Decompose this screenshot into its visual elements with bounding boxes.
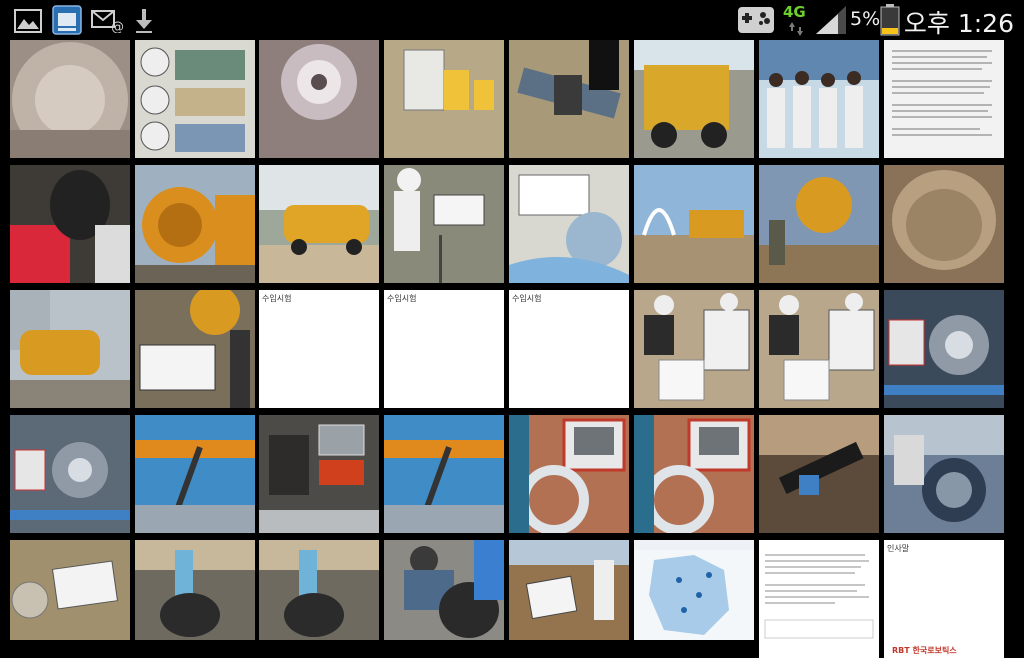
thumbnail-image — [135, 540, 255, 640]
photo-thumbnail[interactable] — [634, 40, 754, 158]
photo-thumbnail[interactable] — [10, 540, 130, 658]
document-caption: 수입시험 — [262, 294, 292, 303]
screenshot-icon — [52, 5, 82, 35]
thumbnail-image — [884, 40, 1004, 158]
gallery-icon — [14, 9, 42, 33]
thumbnail-image — [384, 290, 504, 408]
photo-thumbnail[interactable] — [135, 290, 255, 408]
photo-thumbnail[interactable] — [10, 415, 130, 533]
status-bar: @ 4G 5% 오후 1:26 — [0, 0, 1024, 40]
thumbnail-image — [135, 40, 255, 158]
thumbnail-image — [759, 540, 879, 640]
photo-thumbnail[interactable] — [384, 540, 504, 658]
photo-grid: 수입시험 수입시험 수입시험 인사말 RBT 한국로보틱스 — [8, 40, 1024, 658]
photo-thumbnail[interactable] — [10, 165, 130, 283]
document-caption: 인사말 — [887, 544, 910, 553]
photo-thumbnail[interactable] — [259, 40, 379, 158]
document-thumbnail[interactable]: 수입시험 — [509, 290, 629, 408]
thumbnail-image — [10, 290, 130, 408]
thumbnail-image — [384, 165, 504, 283]
download-icon — [136, 9, 152, 33]
thumbnail-image — [259, 540, 379, 640]
thumbnail-image — [259, 290, 379, 408]
photo-thumbnail[interactable] — [259, 165, 379, 283]
photo-thumbnail[interactable] — [10, 40, 130, 158]
photo-thumbnail[interactable] — [634, 165, 754, 283]
photo-thumbnail[interactable] — [135, 165, 255, 283]
photo-thumbnail[interactable] — [135, 540, 255, 658]
document-thumbnail[interactable] — [759, 540, 879, 658]
svg-text:@: @ — [111, 20, 124, 33]
photo-thumbnail[interactable] — [509, 165, 629, 283]
photo-thumbnail[interactable] — [384, 415, 504, 533]
thumbnail-image — [259, 40, 379, 158]
photo-thumbnail[interactable] — [135, 415, 255, 533]
thumbnail-image — [384, 415, 504, 533]
battery-icon — [880, 4, 900, 36]
signal-icon — [816, 6, 846, 34]
thumbnail-image — [10, 540, 130, 640]
thumbnail-image — [884, 290, 1004, 408]
thumbnail-image — [884, 165, 1004, 283]
photo-thumbnail[interactable] — [509, 40, 629, 158]
thumbnail-image — [509, 540, 629, 640]
document-thumbnail[interactable]: 인사말 RBT 한국로보틱스 — [884, 540, 1004, 658]
data-arrows-icon — [789, 22, 803, 36]
thumbnail-image — [759, 290, 879, 408]
map-thumbnail[interactable] — [634, 540, 754, 658]
photo-thumbnail[interactable] — [634, 290, 754, 408]
photo-thumbnail[interactable] — [259, 540, 379, 658]
photo-thumbnail[interactable] — [135, 40, 255, 158]
thumbnail-image — [634, 40, 754, 158]
thumbnail-image — [509, 415, 629, 533]
thumbnail-image — [884, 540, 1004, 640]
gamepad-icon — [738, 7, 774, 33]
thumbnail-image — [384, 540, 504, 640]
battery-percent: 5% — [850, 8, 881, 30]
photo-thumbnail[interactable] — [884, 415, 1004, 533]
photo-thumbnail[interactable] — [634, 415, 754, 533]
thumbnail-image — [135, 290, 255, 408]
photo-thumbnail[interactable] — [884, 165, 1004, 283]
photo-thumbnail[interactable] — [759, 290, 879, 408]
thumbnail-image — [759, 165, 879, 283]
thumbnail-image — [135, 165, 255, 283]
photo-thumbnail[interactable] — [759, 40, 879, 158]
thumbnail-image — [634, 165, 754, 283]
thumbnail-image — [759, 40, 879, 158]
photo-thumbnail[interactable] — [10, 290, 130, 408]
thumbnail-image — [759, 415, 879, 533]
document-thumbnail[interactable]: 수입시험 — [259, 290, 379, 408]
thumbnail-image — [384, 40, 504, 158]
document-thumbnail[interactable]: 수입시험 — [384, 290, 504, 408]
thumbnail-image — [884, 415, 1004, 533]
company-logo: RBT 한국로보틱스 — [892, 646, 957, 655]
thumbnail-image — [10, 40, 130, 158]
thumbnail-image — [259, 415, 379, 533]
thumbnail-image — [10, 415, 130, 533]
photo-thumbnail[interactable] — [759, 165, 879, 283]
document-caption: 수입시험 — [512, 294, 542, 303]
document-thumbnail[interactable] — [884, 40, 1004, 158]
clock: 오후 1:26 — [903, 9, 1014, 38]
thumbnail-image — [259, 165, 379, 283]
email-icon: @ — [91, 10, 124, 33]
thumbnail-image — [634, 540, 754, 640]
photo-thumbnail[interactable] — [509, 540, 629, 658]
thumbnail-image — [634, 415, 754, 533]
thumbnail-image — [135, 415, 255, 533]
photo-thumbnail[interactable] — [384, 40, 504, 158]
thumbnail-image — [634, 290, 754, 408]
thumbnail-image — [509, 165, 629, 283]
thumbnail-image — [509, 290, 629, 408]
network-type: 4G — [783, 3, 806, 21]
photo-thumbnail[interactable] — [509, 415, 629, 533]
thumbnail-image — [509, 40, 629, 158]
photo-thumbnail[interactable] — [759, 415, 879, 533]
document-caption: 수입시험 — [387, 294, 417, 303]
photo-thumbnail[interactable] — [884, 290, 1004, 408]
thumbnail-image — [10, 165, 130, 283]
photo-thumbnail[interactable] — [384, 165, 504, 283]
photo-thumbnail[interactable] — [259, 415, 379, 533]
